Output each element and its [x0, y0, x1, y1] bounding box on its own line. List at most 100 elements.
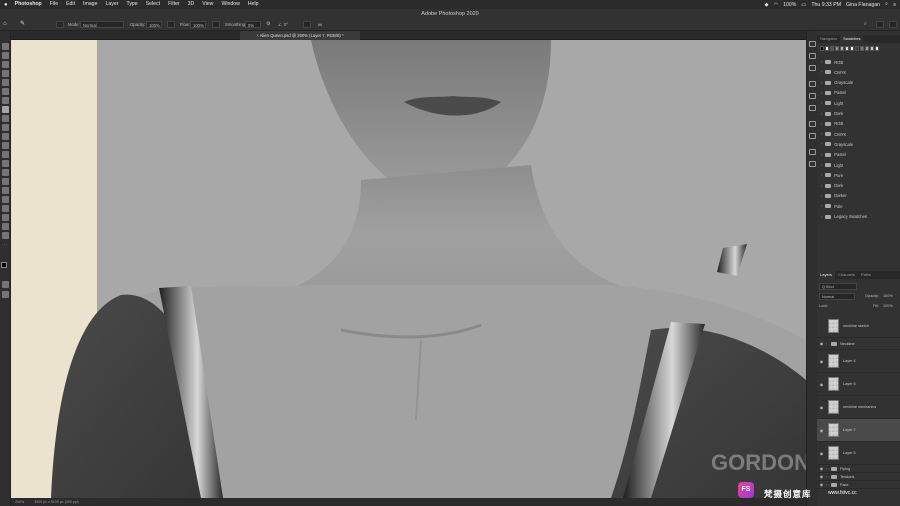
- menu-file[interactable]: File: [46, 0, 62, 9]
- search-icon[interactable]: ⌕: [885, 1, 888, 8]
- color-swatch[interactable]: [835, 46, 839, 51]
- menu-image[interactable]: Image: [79, 0, 101, 9]
- paragraph-icon[interactable]: [809, 161, 816, 167]
- angle-icon[interactable]: ∠: [278, 21, 282, 28]
- info-icon[interactable]: [809, 65, 816, 71]
- workspace-icon[interactable]: [876, 21, 884, 28]
- brush-tool-icon[interactable]: [2, 106, 9, 113]
- swatch-group-row[interactable]: › Pastel: [821, 88, 846, 98]
- layer-thumbnail[interactable]: [828, 446, 839, 460]
- document-size[interactable]: 3500 px x 5100 px (300 ppi): [34, 500, 79, 504]
- tab-navigator[interactable]: Navigator: [817, 35, 840, 43]
- marquee-tool-icon[interactable]: [2, 52, 9, 59]
- swatch-group-row[interactable]: › Darker: [821, 191, 847, 201]
- tab-swatches[interactable]: Swatches: [840, 35, 864, 43]
- zoom-level[interactable]: 200%: [15, 500, 24, 504]
- layer-group-row[interactable]: ◉ › Tendons: [817, 473, 900, 481]
- swatch-group-row[interactable]: › Legacy Swatches: [821, 212, 867, 222]
- menu-type[interactable]: Type: [122, 0, 141, 9]
- libraries-icon[interactable]: [809, 133, 816, 139]
- swatch-group-row[interactable]: › RGB: [821, 119, 843, 129]
- layer-row[interactable]: ◉ Layer 7: [817, 419, 900, 442]
- mode-select[interactable]: Normal: [80, 21, 124, 28]
- gradient-tool-icon[interactable]: [2, 160, 9, 167]
- close-icon[interactable]: ×: [256, 33, 258, 38]
- brush-tool-icon[interactable]: ✎: [20, 21, 25, 28]
- frame-tool-icon[interactable]: [2, 88, 9, 95]
- layer-row[interactable]: ◉ Layer 4: [817, 350, 900, 373]
- layer-thumbnail[interactable]: [828, 318, 839, 333]
- tab-layers[interactable]: Layers: [817, 271, 836, 279]
- chevron-right-icon[interactable]: ›: [821, 91, 822, 95]
- visibility-eye-icon[interactable]: ◉: [817, 466, 826, 471]
- swatch-group-row[interactable]: › Dark: [821, 109, 843, 119]
- history-brush-tool-icon[interactable]: [2, 133, 9, 140]
- brushes-icon[interactable]: [809, 81, 816, 87]
- apple-icon[interactable]: ●: [4, 2, 11, 8]
- visibility-eye-icon[interactable]: ◉: [817, 428, 826, 433]
- brush-settings-panel-icon[interactable]: [809, 93, 816, 99]
- chevron-right-icon[interactable]: ›: [821, 122, 822, 126]
- flow-field[interactable]: 100%: [190, 21, 206, 28]
- chevron-right-icon[interactable]: ›: [821, 142, 822, 146]
- clone-stamp-tool-icon[interactable]: [2, 124, 9, 131]
- quick-select-tool-icon[interactable]: [2, 70, 9, 77]
- menu-window[interactable]: Window: [217, 0, 243, 9]
- layer-group-row[interactable]: ◉ › Neckline: [817, 338, 900, 350]
- swatch-group-row[interactable]: › CMYK: [821, 129, 846, 139]
- visibility-eye-icon[interactable]: ◉: [817, 382, 826, 387]
- layer-kind-filter[interactable]: Q Kind: [819, 283, 857, 290]
- chevron-right-icon[interactable]: ›: [821, 204, 822, 208]
- blend-mode-select[interactable]: Normal: [819, 293, 855, 300]
- smoothing-field[interactable]: 0%: [245, 21, 261, 28]
- screen-mode-icon[interactable]: [2, 291, 9, 298]
- color-swatch[interactable]: [845, 46, 849, 51]
- swatch-group-row[interactable]: › Grayscale: [821, 139, 853, 149]
- color-swatch[interactable]: [855, 46, 859, 51]
- properties-icon[interactable]: [809, 53, 816, 59]
- chevron-right-icon[interactable]: ›: [821, 184, 822, 188]
- chevron-right-icon[interactable]: ›: [821, 101, 822, 105]
- clone-source-icon[interactable]: [809, 105, 816, 111]
- dropbox-icon[interactable]: ◆: [765, 2, 769, 8]
- swatch-group-row[interactable]: › Light: [821, 98, 843, 108]
- layer-opacity-field[interactable]: 100%: [883, 294, 893, 298]
- swatch-group-row[interactable]: › Dark: [821, 181, 843, 191]
- lasso-tool-icon[interactable]: [2, 61, 9, 68]
- menu-edit[interactable]: Edit: [62, 0, 79, 9]
- layer-name[interactable]: Layer 6: [843, 382, 856, 386]
- color-swatch[interactable]: [875, 46, 879, 51]
- fill-field[interactable]: 100%: [883, 304, 893, 308]
- chevron-right-icon[interactable]: ›: [821, 194, 822, 198]
- pressure-opacity-icon[interactable]: [167, 21, 175, 28]
- menu-3d[interactable]: 3D: [184, 0, 199, 9]
- menu-help[interactable]: Help: [244, 0, 263, 9]
- layer-name[interactable]: neckline sketch: [843, 324, 869, 328]
- chevron-right-icon[interactable]: ›: [821, 173, 822, 177]
- chevron-right-icon[interactable]: ›: [821, 132, 822, 136]
- eyedropper-tool-icon[interactable]: [2, 97, 9, 104]
- swatch-group-row[interactable]: › Light: [821, 160, 843, 170]
- menu-photoshop[interactable]: Photoshop: [11, 0, 46, 9]
- wifi-icon[interactable]: ◠: [774, 2, 779, 8]
- color-swatch[interactable]: [840, 46, 844, 51]
- pressure-size-icon[interactable]: [303, 21, 311, 28]
- visibility-eye-icon[interactable]: ◉: [817, 482, 826, 487]
- chevron-right-icon[interactable]: ›: [821, 112, 822, 116]
- clock[interactable]: Thu 9:33 PM: [811, 2, 841, 8]
- path-select-tool-icon[interactable]: [2, 205, 9, 212]
- menu-list-icon[interactable]: ≡: [893, 2, 896, 8]
- layer-name[interactable]: Layer 4: [843, 359, 856, 363]
- layer-row[interactable]: ◉ Layer 5: [817, 442, 900, 465]
- layer-thumbnail[interactable]: [828, 377, 839, 391]
- swatch-group-row[interactable]: › Pure: [821, 170, 843, 180]
- menu-filter[interactable]: Filter: [164, 0, 184, 9]
- swatch-group-row[interactable]: › CMYK: [821, 67, 846, 77]
- layer-name[interactable]: neckline mechanics: [843, 405, 876, 409]
- zoom-tool-icon[interactable]: [2, 232, 9, 239]
- menu-layer[interactable]: Layer: [101, 0, 122, 9]
- layer-name[interactable]: Tendons: [840, 475, 854, 479]
- chevron-right-icon[interactable]: ›: [821, 81, 822, 85]
- menu-select[interactable]: Select: [142, 0, 164, 9]
- layer-thumbnail[interactable]: [828, 423, 839, 437]
